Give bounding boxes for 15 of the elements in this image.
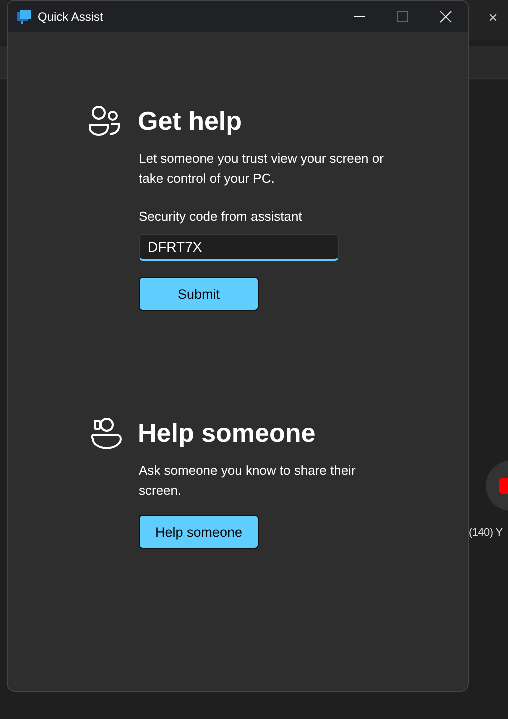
description-text: Ask someone you know to share their screen.: [139, 462, 357, 500]
field-label: Security code from assistant: [139, 209, 304, 224]
description-text: Let someone you trust view your screen or take control of your PC.: [139, 150, 384, 188]
monitor-icon: [16, 8, 32, 24]
close-icon[interactable]: [440, 10, 452, 22]
security-code-field[interactable]: DFRT7X: [139, 234, 339, 261]
action-button[interactable]: Help someone: [139, 515, 259, 549]
action-button[interactable]: Submit: [139, 277, 259, 311]
close-icon[interactable]: ×: [488, 10, 498, 28]
people-icon: [88, 105, 122, 137]
window-title: Quick Assist: [38, 10, 104, 24]
section-heading: Help someone: [138, 418, 316, 448]
section-heading: Get help: [138, 106, 242, 136]
maximize-icon[interactable]: [397, 11, 408, 22]
video-title: (140) Y: [469, 527, 503, 539]
